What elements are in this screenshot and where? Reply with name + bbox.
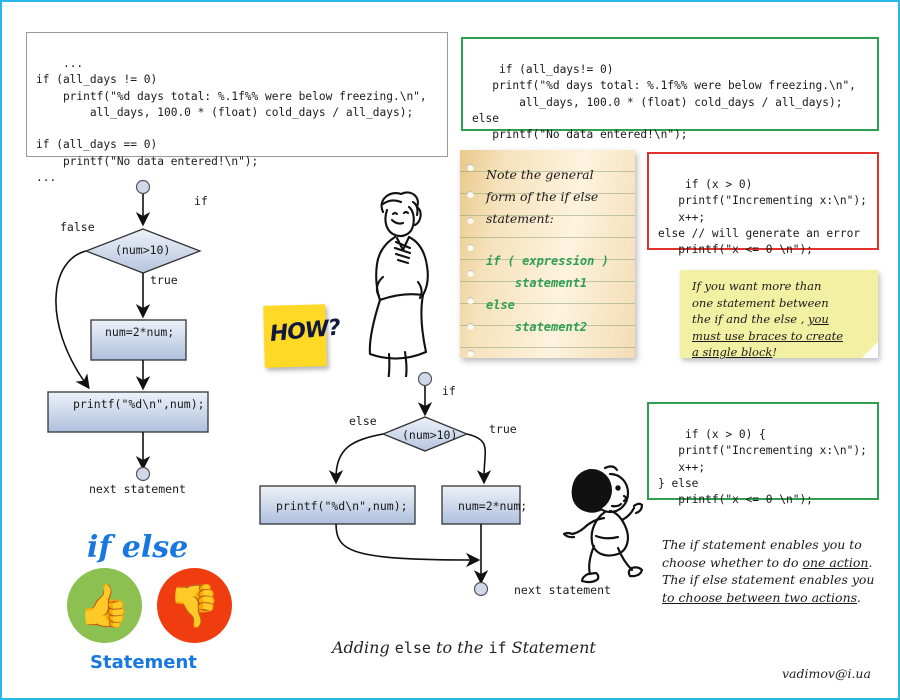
thumbs-up-glyph: 👍 xyxy=(78,580,131,630)
flowchart-ifelse-start-label: if xyxy=(442,384,456,398)
flowchart-ifelse-true-box-label: num=2*num; xyxy=(458,499,528,513)
tip-line-4: must use braces to create xyxy=(692,328,844,343)
thumbs-up-icon: 👍 xyxy=(67,568,142,643)
notepad-code-snippet: if ( expression ) statement1 else statem… xyxy=(486,254,609,334)
notepad-line-3: statement: xyxy=(486,211,554,226)
author-signature: vadimov@i.ua xyxy=(782,666,871,681)
summary-line-1: The if statement enables you to xyxy=(662,537,862,552)
tip-underline-1: you xyxy=(808,312,829,326)
flowchart-ifelse-else-label: else xyxy=(349,414,377,428)
summary-text: The if statement enables you to choose w… xyxy=(662,536,897,606)
flowchart-if-else xyxy=(259,371,521,597)
summary-line-2: choose whether to do one action. xyxy=(662,554,873,570)
tip-line-5: a single block! xyxy=(692,345,777,359)
code-block-top-left: ... if (all_days != 0) printf("%d days t… xyxy=(26,32,448,184)
flowchart-if-start-label: if xyxy=(194,194,208,208)
flowchart-if-false-label: false xyxy=(60,220,95,234)
flowchart-ifelse-else-box-label: printf("%d\n",num); xyxy=(276,499,408,513)
flowchart-ifelse-end-label: next statement xyxy=(514,583,611,597)
summary-line-4: to choose between two actions. xyxy=(662,589,862,605)
tip-line-1: If you want more than xyxy=(692,279,822,293)
notepad-line-2: form of the if else xyxy=(486,189,599,204)
code-block-error-example: if (x > 0) printf("Incrementing x:\n"); … xyxy=(647,152,879,256)
flowchart-if-condition: (num>10) xyxy=(115,243,171,257)
flowchart-if-print-box-label: printf("%d\n",num); xyxy=(73,397,205,411)
notepad-general-form: Note the general form of the if else sta… xyxy=(460,150,635,358)
code-block-braces-example: if (x > 0) { printf("Incrementing x:\n")… xyxy=(647,402,879,506)
code-text-top-left: ... if (all_days != 0) printf("%d days t… xyxy=(36,57,427,184)
caption-keyword-else: else xyxy=(394,639,431,657)
notepad-text: Note the general form of the if else sta… xyxy=(460,150,635,338)
tip-line-3: the if and the else , you xyxy=(692,312,829,326)
flowchart-if-end-label: next statement xyxy=(89,482,186,496)
logo-subtitle: Statement xyxy=(90,652,197,673)
code-text-braces-example: if (x > 0) { printf("Incrementing x:\n")… xyxy=(658,428,867,507)
flowchart-ifelse-true-label: true xyxy=(489,422,517,436)
tip-line-2: one statement between xyxy=(692,295,829,310)
caption-keyword-if: if xyxy=(488,639,507,657)
flowchart-ifelse-condition: (num>10) xyxy=(402,428,458,442)
summary-line-3: The if else statement enables you xyxy=(662,572,875,587)
poster-canvas: ... if (all_days != 0) printf("%d days t… xyxy=(0,0,900,700)
sticky-note-curl xyxy=(862,342,878,358)
sticky-note-braces-tip: If you want more than one statement betw… xyxy=(680,270,878,359)
thumbs-down-glyph: 👎 xyxy=(168,580,221,630)
thinking-woman-illustration xyxy=(368,191,429,377)
notepad-line-1: Note the general xyxy=(486,167,594,182)
code-text-top-right: if (all_days!= 0) printf("%d days total:… xyxy=(472,63,856,142)
flowchart-if-action-box-label: num=2*num; xyxy=(105,325,175,339)
code-text-error-example: if (x > 0) printf("Incrementing x:\n"); … xyxy=(658,178,867,257)
thumbs-down-icon: 👎 xyxy=(157,568,232,643)
flowchart-if-true-label: true xyxy=(150,273,178,287)
code-block-top-right: if (all_days!= 0) printf("%d days total:… xyxy=(461,37,879,141)
logo-title: if else xyxy=(87,530,189,565)
page-caption: Adding else to the if Statement xyxy=(332,638,596,657)
